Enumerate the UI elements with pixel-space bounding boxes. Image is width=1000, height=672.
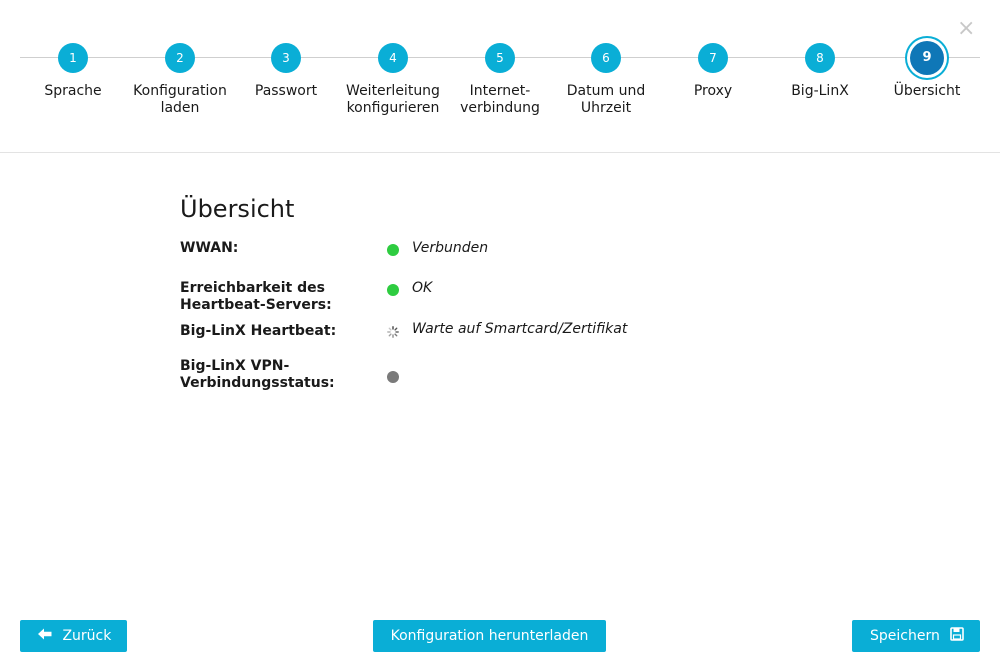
status-value: Verbunden [412, 240, 489, 256]
save-button[interactable]: Speichern [852, 620, 980, 652]
step-number-badge: 3 [271, 43, 301, 73]
status-label: Big-LinX VPN- Verbindungsstatus: [180, 358, 335, 391]
page-title: Übersicht [180, 195, 295, 223]
step-label: Konfiguration laden [133, 83, 227, 116]
back-button[interactable]: Zurück [20, 620, 127, 652]
status-dot-icon [387, 244, 399, 256]
setup-wizard-dialog: × 1 Sprache 2 Konfiguration laden 3 Pass… [0, 0, 1000, 672]
back-button-label: Zurück [62, 628, 112, 644]
arrow-left-icon [38, 628, 52, 640]
step-number-badge: 5 [485, 43, 515, 73]
step-number-badge: 8 [805, 43, 835, 73]
status-label: Big-LinX Heartbeat: [180, 323, 337, 339]
status-value: OK [412, 280, 433, 296]
status-label: WWAN: [180, 240, 239, 256]
step-number-badge: 7 [698, 43, 728, 73]
step-number-badge: 6 [591, 43, 621, 73]
floppy-disk-icon [950, 627, 965, 641]
save-button-label: Speichern [870, 628, 940, 644]
step-number-badge-active: 9 [910, 41, 944, 75]
wizard-stepper: 1 Sprache 2 Konfiguration laden 3 Passwo… [0, 0, 1000, 153]
step-label: Übersicht [893, 83, 961, 99]
step-number-badge: 4 [378, 43, 408, 73]
spinner-icon [387, 326, 399, 338]
download-config-button[interactable]: Konfiguration herunterladen [373, 620, 606, 652]
step-label: Weiterleitung konfigurieren [346, 83, 440, 116]
status-label: Erreichbarkeit des Heartbeat-Servers: [180, 280, 332, 313]
status-dot-icon [387, 371, 399, 383]
step-label: Internet- verbindung [460, 83, 540, 116]
step-label: Sprache [44, 83, 102, 99]
status-value: Warte auf Smartcard/Zertifikat [412, 321, 628, 337]
status-dot-icon [387, 284, 399, 296]
step-number-badge: 2 [165, 43, 195, 73]
step-label: Big-LinX [791, 83, 849, 99]
download-config-label: Konfiguration herunterladen [390, 628, 589, 644]
step-label: Datum und Uhrzeit [566, 83, 646, 116]
step-number-badge: 1 [58, 43, 88, 73]
step-label: Passwort [254, 83, 318, 99]
step-label: Proxy [693, 83, 733, 99]
